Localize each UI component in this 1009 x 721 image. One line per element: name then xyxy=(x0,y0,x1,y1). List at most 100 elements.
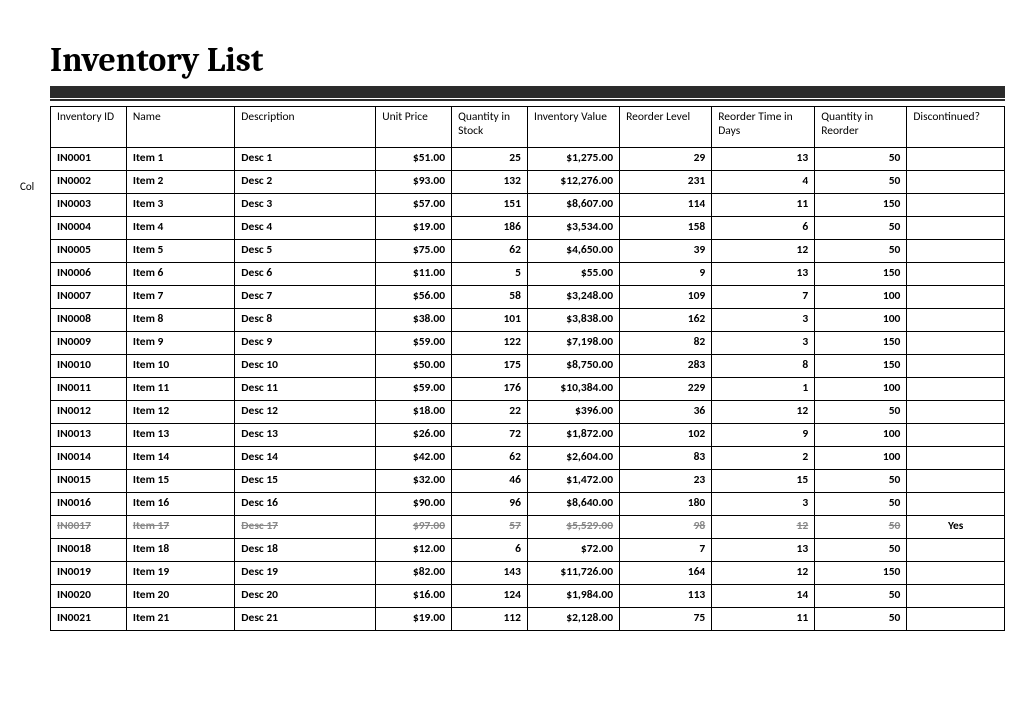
cell-qis: 151 xyxy=(452,194,528,217)
cell-id: IN0007 xyxy=(51,286,127,309)
cell-disc xyxy=(907,447,1005,470)
table-row: IN0003Item 3Desc 3$57.00151$8,607.001141… xyxy=(51,194,1005,217)
table-row: IN0015Item 15Desc 15$32.0046$1,472.00231… xyxy=(51,470,1005,493)
cell-qir: 100 xyxy=(815,309,907,332)
cell-disc xyxy=(907,355,1005,378)
cell-qir: 150 xyxy=(815,355,907,378)
cell-qir: 50 xyxy=(815,516,907,539)
cell-name: Item 13 xyxy=(126,424,234,447)
header-description: Description xyxy=(235,107,376,148)
table-row: IN0016Item 16Desc 16$90.0096$8,640.00180… xyxy=(51,493,1005,516)
cell-iv: $2,128.00 xyxy=(527,608,619,631)
header-reorder-time: Reorder Time in Days xyxy=(712,107,815,148)
cell-rl: 231 xyxy=(620,171,712,194)
cell-up: $75.00 xyxy=(376,240,452,263)
cell-rl: 164 xyxy=(620,562,712,585)
cell-name: Item 15 xyxy=(126,470,234,493)
cell-id: IN0019 xyxy=(51,562,127,585)
cell-rtd: 11 xyxy=(712,608,815,631)
cell-rtd: 13 xyxy=(712,263,815,286)
cell-up: $16.00 xyxy=(376,585,452,608)
cell-iv: $396.00 xyxy=(527,401,619,424)
cell-desc: Desc 2 xyxy=(235,171,376,194)
cell-desc: Desc 9 xyxy=(235,332,376,355)
cell-id: IN0011 xyxy=(51,378,127,401)
table-row: IN0019Item 19Desc 19$82.00143$11,726.001… xyxy=(51,562,1005,585)
cell-name: Item 7 xyxy=(126,286,234,309)
cell-disc xyxy=(907,332,1005,355)
cell-up: $19.00 xyxy=(376,608,452,631)
cell-qis: 5 xyxy=(452,263,528,286)
cell-id: IN0020 xyxy=(51,585,127,608)
cell-desc: Desc 4 xyxy=(235,217,376,240)
header-inventory-id: Inventory ID xyxy=(51,107,127,148)
cell-name: Item 18 xyxy=(126,539,234,562)
cell-id: IN0003 xyxy=(51,194,127,217)
cell-disc xyxy=(907,240,1005,263)
cell-desc: Desc 12 xyxy=(235,401,376,424)
cell-up: $90.00 xyxy=(376,493,452,516)
cell-qir: 100 xyxy=(815,378,907,401)
cell-rl: 180 xyxy=(620,493,712,516)
cell-qis: 186 xyxy=(452,217,528,240)
cell-qir: 50 xyxy=(815,240,907,263)
cell-disc xyxy=(907,148,1005,171)
table-row: IN0002Item 2Desc 2$93.00132$12,276.00231… xyxy=(51,171,1005,194)
cell-id: IN0015 xyxy=(51,470,127,493)
cell-iv: $1,984.00 xyxy=(527,585,619,608)
cell-rtd: 14 xyxy=(712,585,815,608)
cell-up: $11.00 xyxy=(376,263,452,286)
table-row: IN0009Item 9Desc 9$59.00122$7,198.008231… xyxy=(51,332,1005,355)
cell-id: IN0013 xyxy=(51,424,127,447)
cell-desc: Desc 1 xyxy=(235,148,376,171)
cell-disc: Yes xyxy=(907,516,1005,539)
cell-qis: 96 xyxy=(452,493,528,516)
cell-qir: 150 xyxy=(815,194,907,217)
cell-desc: Desc 7 xyxy=(235,286,376,309)
cell-rl: 36 xyxy=(620,401,712,424)
cell-up: $19.00 xyxy=(376,217,452,240)
table-row: IN0018Item 18Desc 18$12.006$72.0071350 xyxy=(51,539,1005,562)
table-row: IN0020Item 20Desc 20$16.00124$1,984.0011… xyxy=(51,585,1005,608)
cell-up: $26.00 xyxy=(376,424,452,447)
cell-iv: $1,872.00 xyxy=(527,424,619,447)
cell-desc: Desc 3 xyxy=(235,194,376,217)
cell-up: $18.00 xyxy=(376,401,452,424)
cell-desc: Desc 18 xyxy=(235,539,376,562)
cell-qis: 58 xyxy=(452,286,528,309)
cell-qis: 122 xyxy=(452,332,528,355)
cell-rl: 158 xyxy=(620,217,712,240)
cell-up: $12.00 xyxy=(376,539,452,562)
cell-rl: 109 xyxy=(620,286,712,309)
cell-iv: $3,534.00 xyxy=(527,217,619,240)
cell-qis: 72 xyxy=(452,424,528,447)
cell-name: Item 20 xyxy=(126,585,234,608)
cell-qir: 150 xyxy=(815,562,907,585)
cell-iv: $72.00 xyxy=(527,539,619,562)
cell-qis: 132 xyxy=(452,171,528,194)
cell-iv: $12,276.00 xyxy=(527,171,619,194)
table-row: IN0012Item 12Desc 12$18.0022$396.0036125… xyxy=(51,401,1005,424)
cell-desc: Desc 5 xyxy=(235,240,376,263)
cell-name: Item 11 xyxy=(126,378,234,401)
table-row: IN0008Item 8Desc 8$38.00101$3,838.001623… xyxy=(51,309,1005,332)
cell-disc xyxy=(907,608,1005,631)
cell-iv: $11,726.00 xyxy=(527,562,619,585)
cell-qis: 62 xyxy=(452,447,528,470)
cell-name: Item 19 xyxy=(126,562,234,585)
cell-name: Item 6 xyxy=(126,263,234,286)
cell-iv: $3,838.00 xyxy=(527,309,619,332)
cell-disc xyxy=(907,424,1005,447)
cell-name: Item 12 xyxy=(126,401,234,424)
cell-desc: Desc 13 xyxy=(235,424,376,447)
header-discontinued: Discontinued? xyxy=(907,107,1005,148)
cell-qir: 50 xyxy=(815,401,907,424)
cell-rl: 229 xyxy=(620,378,712,401)
cell-qir: 100 xyxy=(815,447,907,470)
cell-up: $59.00 xyxy=(376,378,452,401)
cell-iv: $8,750.00 xyxy=(527,355,619,378)
table-header-row: Inventory ID Name Description Unit Price… xyxy=(51,107,1005,148)
cell-name: Item 14 xyxy=(126,447,234,470)
cell-up: $32.00 xyxy=(376,470,452,493)
cell-qir: 50 xyxy=(815,539,907,562)
